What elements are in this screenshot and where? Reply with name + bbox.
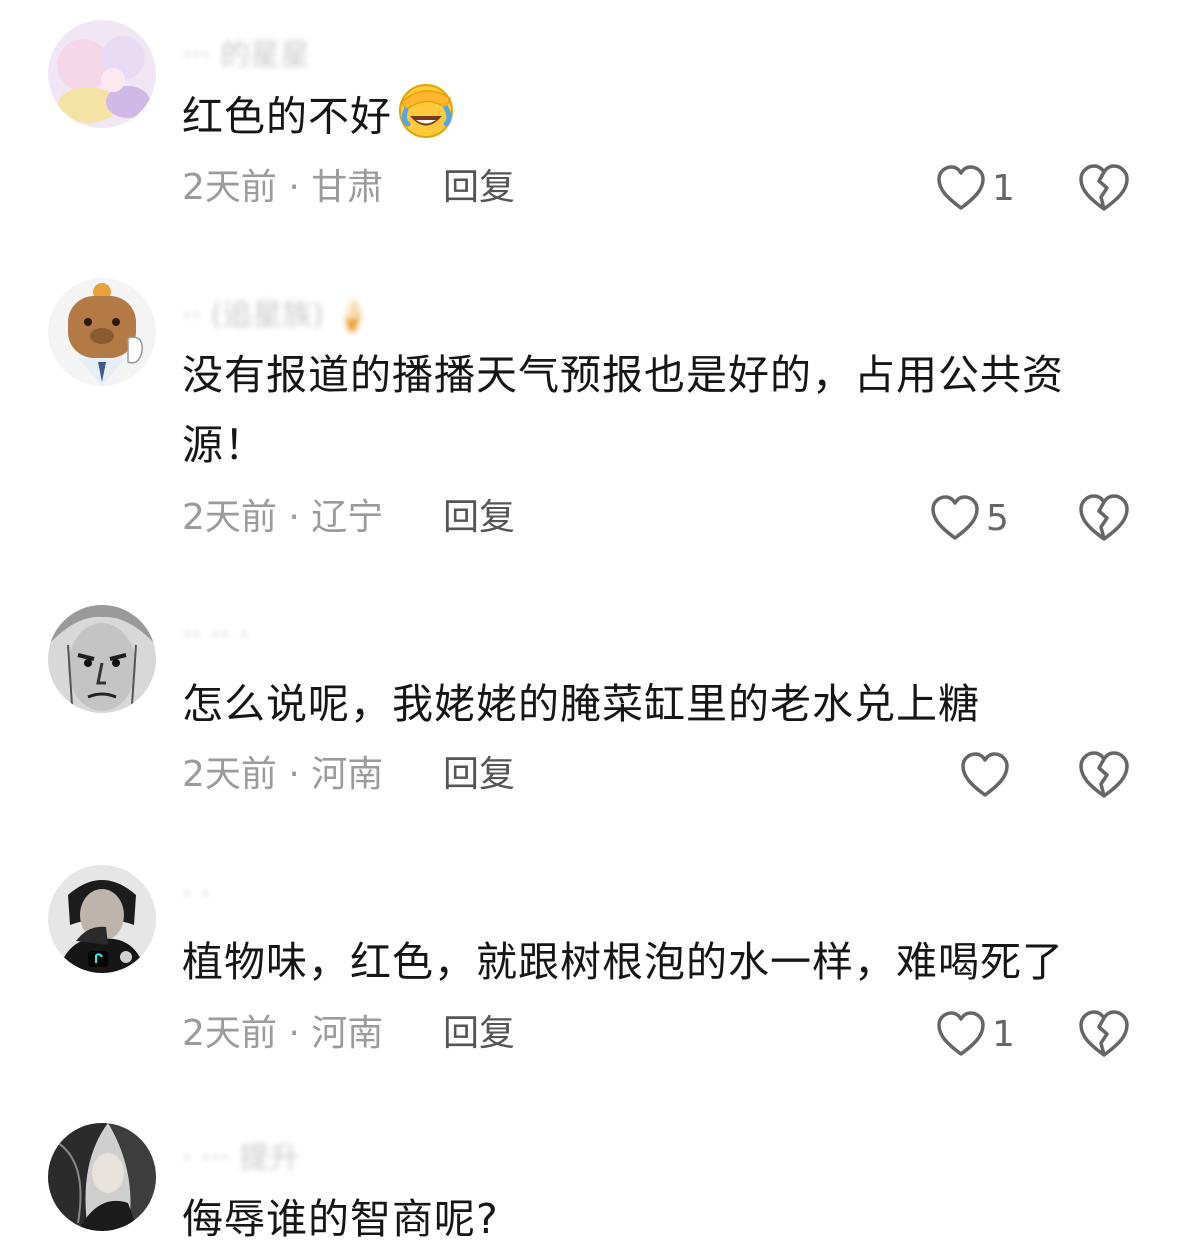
reply-button[interactable]: 回复 <box>443 163 515 213</box>
comment-meta: 2天前 · 甘肃 <box>182 167 384 208</box>
broken-heart-icon <box>1079 164 1129 211</box>
username[interactable]: ·· ·· · <box>182 617 249 657</box>
username[interactable]: · ··· 提升 <box>182 1133 299 1176</box>
like-count: 5 <box>986 497 1009 539</box>
comment-meta: 2天前 · 河南 <box>182 754 384 795</box>
broken-heart-icon <box>1079 1010 1129 1057</box>
heart-icon <box>937 1011 985 1056</box>
like-button[interactable]: 5 <box>930 493 1009 543</box>
location: 河南 <box>311 1013 384 1054</box>
avatar[interactable] <box>48 865 156 973</box>
username[interactable]: ·· (追星族) 🍦 <box>182 290 371 333</box>
dislike-button[interactable] <box>1078 493 1130 543</box>
heart-icon <box>961 752 1009 797</box>
avatar[interactable] <box>48 20 156 128</box>
like-button[interactable]: 1 <box>936 163 1015 213</box>
location: 辽宁 <box>311 497 384 538</box>
heart-icon <box>937 165 985 210</box>
reply-button[interactable]: 回复 <box>443 1009 515 1059</box>
avatar-long-hair-figure-icon <box>48 1123 156 1231</box>
dislike-button[interactable] <box>1078 1009 1130 1059</box>
location: 河南 <box>311 754 384 795</box>
timestamp: 2天前 <box>182 1013 277 1054</box>
face-palm-emoji-icon <box>396 80 456 159</box>
comment-text: 植物味，红色，就跟树根泡的水一样，难喝死了 <box>182 938 1064 986</box>
username[interactable]: ··· 的星星 <box>182 30 310 73</box>
dislike-button[interactable] <box>1078 163 1130 213</box>
reply-button[interactable]: 回复 <box>443 493 515 543</box>
avatar[interactable] <box>48 605 156 713</box>
timestamp: 2天前 <box>182 167 277 208</box>
comment-meta: 2天前 · 河南 <box>182 1013 384 1054</box>
like-button[interactable] <box>960 750 1016 800</box>
like-count: 1 <box>992 1013 1015 1055</box>
timestamp: 2天前 <box>182 497 277 538</box>
avatar-capybara-icon <box>48 278 156 386</box>
comment-text: 没有报道的播播天气预报也是好的，占用公共资源！ <box>182 351 1064 469</box>
avatar-anime-girl-icon <box>48 20 156 128</box>
broken-heart-icon <box>1079 494 1129 541</box>
heart-icon <box>931 495 979 540</box>
avatar[interactable] <box>48 1123 156 1231</box>
location: 甘肃 <box>311 167 384 208</box>
comment-text: 红色的不好 <box>182 80 1122 159</box>
reply-button[interactable]: 回复 <box>443 750 515 800</box>
timestamp: 2天前 <box>182 754 277 795</box>
avatar-sketch-face-icon <box>48 605 156 713</box>
username[interactable]: · · <box>182 877 211 917</box>
comment-text: 怎么说呢，我姥姥的腌菜缸里的老水兑上糖 <box>182 680 980 728</box>
broken-heart-icon <box>1079 751 1129 798</box>
avatar-dark-figure-icon <box>48 865 156 973</box>
comment-meta: 2天前 · 辽宁 <box>182 497 384 538</box>
avatar[interactable] <box>48 278 156 386</box>
like-count: 1 <box>992 167 1015 209</box>
dislike-button[interactable] <box>1078 750 1130 800</box>
like-button[interactable]: 1 <box>936 1009 1015 1059</box>
comment-text-body: 红色的不好 <box>182 92 392 141</box>
comment-text: 侮辱谁的智商呢? <box>182 1195 499 1243</box>
